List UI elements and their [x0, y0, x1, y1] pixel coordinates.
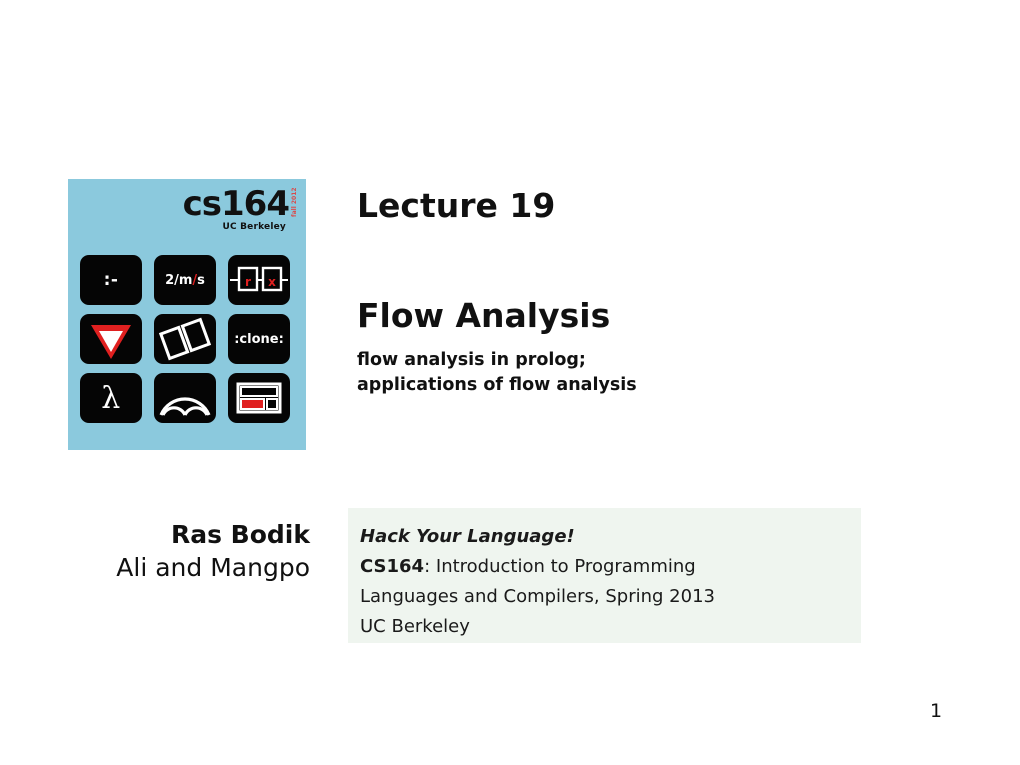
course-logo: cs164fall 2012 UC Berkeley :- 2/m/s r x — [68, 179, 306, 450]
course-description-line-1: CS164: Introduction to Programming — [360, 552, 861, 582]
prolog-neck-icon: :- — [103, 270, 119, 290]
authors: Ras Bodik Ali and Mangpo — [40, 518, 310, 584]
svg-text:r: r — [245, 275, 251, 289]
page-title: Flow Analysis — [357, 296, 611, 335]
logo-tile-grid: :- 2/m/s r x:clone: λ — [80, 255, 294, 423]
logo-tile-parse-arcs — [154, 373, 216, 423]
author-primary: Ras Bodik — [170, 520, 310, 549]
course-code: CS164 — [360, 556, 425, 577]
regex-boxes-icon: r x — [230, 266, 288, 292]
logo-tile-prolog-neck: :- — [80, 255, 142, 305]
logo-tile-regex-boxes: r x — [228, 255, 290, 305]
svg-text:x: x — [268, 275, 276, 289]
clone-icon: :clone: — [234, 331, 284, 347]
logo-tile-units: 2/m/s — [154, 255, 216, 305]
yield-triangle-icon — [91, 325, 131, 359]
lecture-subtopics: flow analysis in prolog; applications of… — [357, 348, 637, 398]
logo-tile-parallelogram-split — [154, 314, 216, 364]
units-icon: 2/m/s — [165, 272, 205, 288]
course-tagline: Hack Your Language! — [360, 526, 575, 547]
logo-subtitle: UC Berkeley — [222, 222, 286, 232]
parallelogram-split-icon — [158, 317, 212, 361]
logo-term-label: fall 2012 — [291, 187, 298, 217]
course-description: : Introduction to Programming — [424, 556, 696, 577]
logo-wordmark: cs164 fall 2012 UC Berkeley — [183, 187, 298, 232]
layout-grid-icon — [236, 382, 282, 414]
logo-wordmark-text: cs164 — [182, 184, 290, 224]
lecture-subtopic-line: flow analysis in prolog; — [357, 350, 586, 370]
logo-tile-layout-grid — [228, 373, 290, 423]
lecture-subtopic-line: applications of flow analysis — [357, 375, 637, 395]
parse-arcs-icon — [159, 397, 211, 416]
lambda-icon: λ — [101, 380, 121, 416]
course-description-line-2: Languages and Compilers, Spring 2013 — [360, 586, 715, 607]
logo-tile-yield-triangle — [80, 314, 142, 364]
lecture-number: Lecture 19 — [357, 186, 556, 225]
logo-tile-clone: :clone: — [228, 314, 290, 364]
slide-number: 1 — [930, 700, 943, 722]
course-school: UC Berkeley — [360, 616, 470, 637]
course-info-box: Hack Your Language! CS164: Introduction … — [348, 508, 861, 643]
logo-tile-lambda: λ — [80, 373, 142, 423]
author-secondary: Ali and Mangpo — [116, 553, 310, 582]
